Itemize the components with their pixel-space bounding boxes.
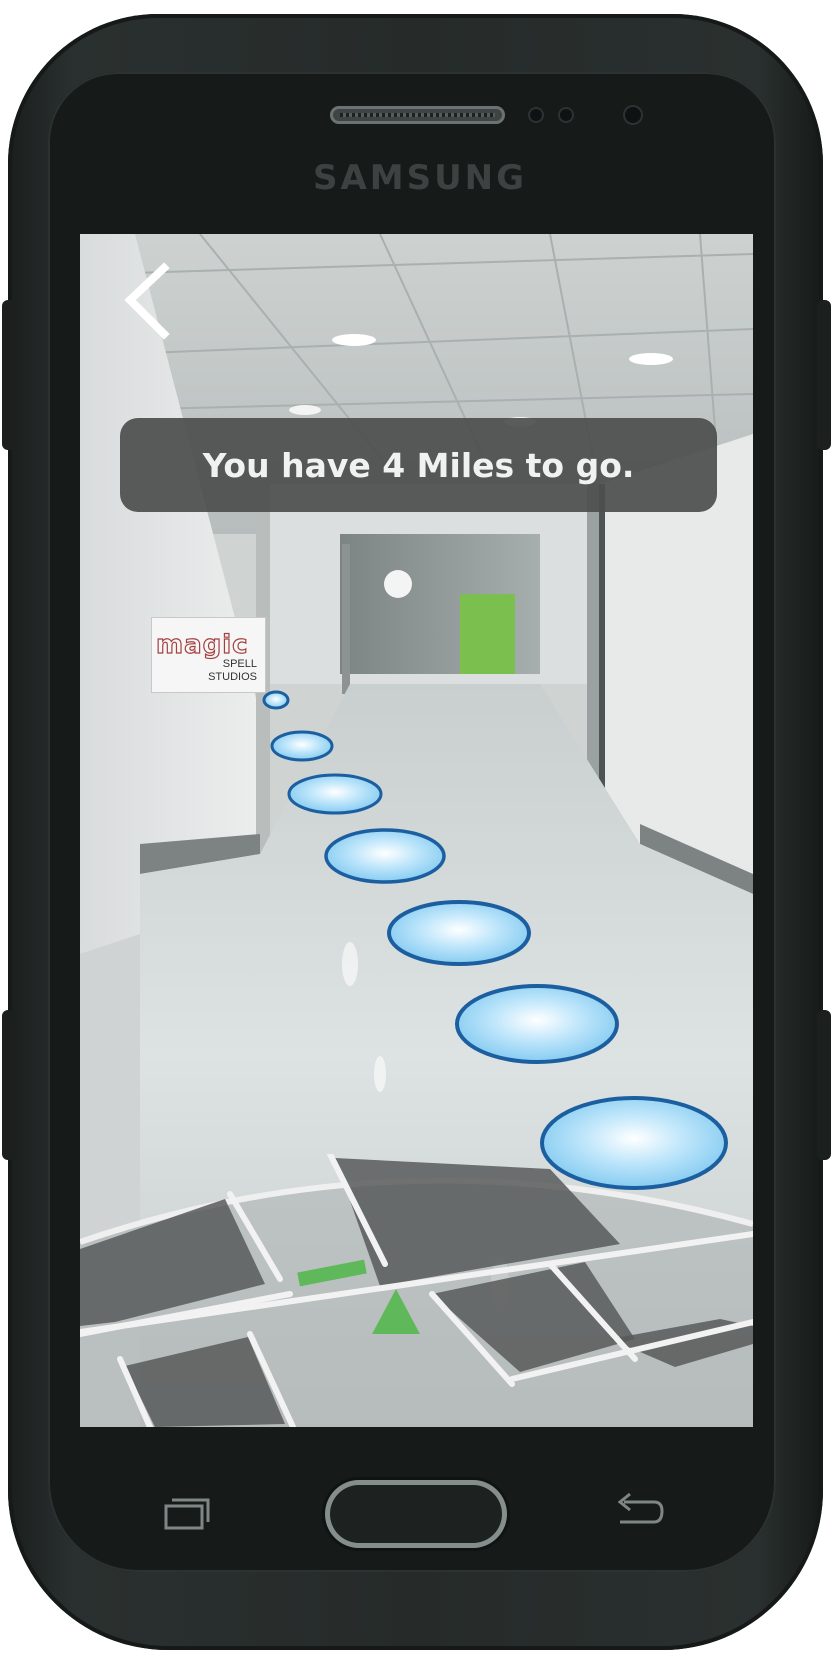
path-marker (324, 828, 446, 884)
minimap (80, 1154, 753, 1427)
back-arrow-icon[interactable] (610, 1492, 665, 1532)
sign-line-spell: SPELL (222, 658, 257, 670)
phone-device: SAMSUNG magic SPELL STUDIOS You have 4 M… (0, 0, 833, 1661)
distance-message: You have 4 Miles to go. (202, 445, 635, 485)
case-grip-left-top (2, 300, 16, 450)
case-grip-right-bottom (817, 1010, 831, 1160)
path-marker (262, 690, 290, 710)
path-marker (270, 730, 334, 762)
sign-logo: magic (155, 629, 249, 660)
chevron-left-icon (124, 262, 170, 340)
distance-banner: You have 4 Miles to go. (120, 418, 717, 512)
path-marker (287, 773, 383, 815)
earpiece-speaker (330, 106, 505, 124)
app-screen: magic SPELL STUDIOS You have 4 Miles to … (80, 234, 753, 1427)
recent-apps-icon[interactable] (162, 1496, 212, 1532)
path-marker (387, 900, 531, 966)
proximity-sensor (530, 109, 542, 121)
sign-line-studios: STUDIOS (208, 671, 257, 683)
case-grip-right-top (817, 300, 831, 450)
case-grip-left-bottom (2, 1010, 16, 1160)
back-button[interactable] (120, 262, 190, 342)
path-marker (455, 984, 619, 1064)
wall-sign: magic SPELL STUDIOS (152, 618, 265, 692)
brand-logo: SAMSUNG (312, 158, 528, 198)
front-camera (625, 107, 641, 123)
home-button[interactable] (325, 1480, 507, 1548)
light-sensor (560, 109, 572, 121)
